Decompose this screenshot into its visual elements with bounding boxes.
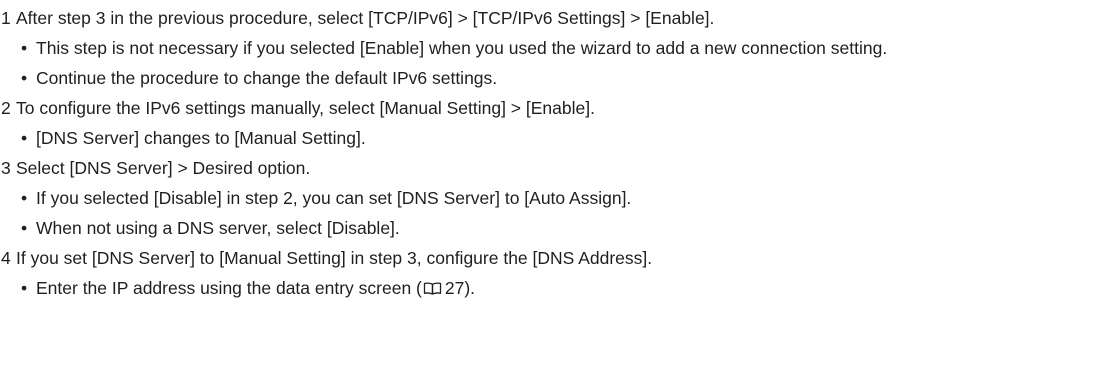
- step-3-bullets: • If you selected [Disable] in step 2, y…: [0, 187, 1108, 240]
- step-number: 1: [1, 8, 11, 28]
- bullet-dot: •: [21, 278, 28, 298]
- book-icon: [423, 278, 442, 295]
- step-4-bullets: • Enter the IP address using the data en…: [0, 277, 1108, 300]
- step-text: If you set [DNS Server] to [Manual Setti…: [16, 248, 653, 268]
- bullet-text: This step is not necessary if you select…: [36, 38, 888, 58]
- bullet-text: When not using a DNS server, select [Dis…: [36, 218, 400, 238]
- bullet-text-before: Enter the IP address using the data entr…: [36, 278, 422, 298]
- bullet-item: • Enter the IP address using the data en…: [0, 277, 1108, 300]
- bullet-item: • If you selected [Disable] in step 2, y…: [0, 187, 1108, 210]
- instruction-document: 1 After step 3 in the previous procedure…: [0, 0, 1108, 300]
- bullet-dot: •: [21, 218, 28, 238]
- bullet-item: • When not using a DNS server, select [D…: [0, 217, 1108, 240]
- step-text: To configure the IPv6 settings manually,…: [16, 98, 595, 118]
- bullet-dot: •: [21, 68, 28, 88]
- step-4: 4 If you set [DNS Server] to [Manual Set…: [0, 247, 1108, 270]
- bullet-dot: •: [21, 188, 28, 208]
- step-1-bullets: • This step is not necessary if you sele…: [0, 37, 1108, 90]
- bullet-item: • Continue the procedure to change the d…: [0, 67, 1108, 90]
- bullet-text: If you selected [Disable] in step 2, you…: [36, 188, 632, 208]
- step-text: Select [DNS Server] > Desired option.: [16, 158, 311, 178]
- step-2-bullets: • [DNS Server] changes to [Manual Settin…: [0, 127, 1108, 150]
- bullet-text: Continue the procedure to change the def…: [36, 68, 498, 88]
- step-number: 4: [1, 248, 11, 268]
- page-reference-link[interactable]: 27: [445, 278, 464, 298]
- step-3: 3 Select [DNS Server] > Desired option.: [0, 157, 1108, 180]
- bullet-text: [DNS Server] changes to [Manual Setting]…: [36, 128, 366, 148]
- bullet-dot: •: [21, 128, 28, 148]
- step-2: 2 To configure the IPv6 settings manuall…: [0, 97, 1108, 120]
- step-number: 3: [1, 158, 11, 178]
- step-text: After step 3 in the previous procedure, …: [16, 8, 715, 28]
- bullet-text-after: ).: [464, 278, 476, 298]
- step-1: 1 After step 3 in the previous procedure…: [0, 7, 1108, 30]
- step-number: 2: [1, 98, 11, 118]
- bullet-dot: •: [21, 38, 28, 58]
- bullet-item: • [DNS Server] changes to [Manual Settin…: [0, 127, 1108, 150]
- bullet-item: • This step is not necessary if you sele…: [0, 37, 1108, 60]
